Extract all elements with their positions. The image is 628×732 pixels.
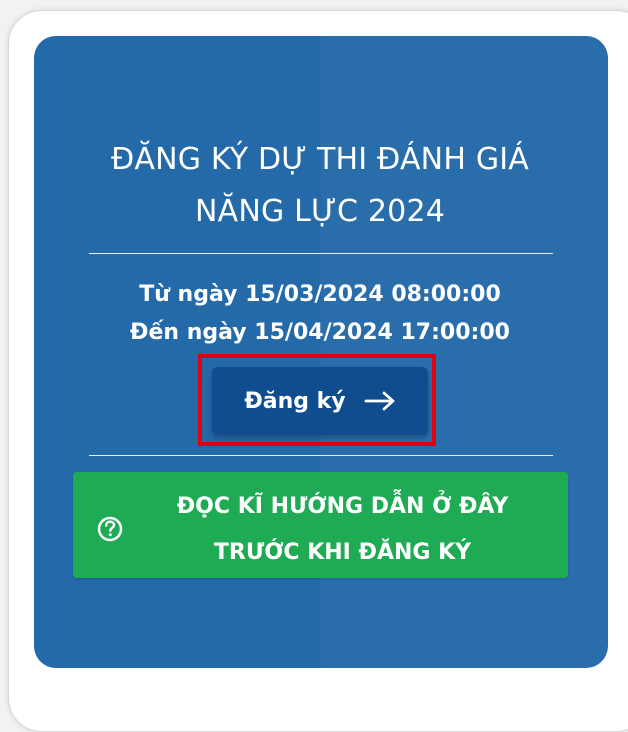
registration-dates: Từ ngày 15/03/2024 08:00:00 Đến ngày 15/…: [0, 276, 628, 352]
guide-button-label-line-1: ĐỌC KĨ HƯỚNG DẪN Ở ĐÂY: [176, 494, 509, 519]
card-title-line-1: ĐĂNG KÝ DỰ THI ĐÁNH GIÁ: [110, 142, 530, 177]
top-divider: [89, 253, 553, 254]
card-title: ĐĂNG KÝ DỰ THI ĐÁNH GIÁ NĂNG LỰC 2024: [0, 134, 628, 238]
guide-button-label: ĐỌC KĨ HƯỚNG DẪN Ở ĐÂY TRƯỚC KHI ĐĂNG KÝ: [150, 484, 535, 576]
register-button-label: Đăng ký: [244, 388, 346, 414]
bottom-divider: [89, 455, 553, 456]
card-title-line-2: NĂNG LỰC 2024: [194, 194, 446, 229]
start-date: Từ ngày 15/03/2024 08:00:00: [139, 282, 501, 307]
end-date: Đến ngày 15/04/2024 17:00:00: [130, 320, 510, 345]
register-button[interactable]: Đăng ký: [212, 367, 428, 435]
guide-button-label-line-2: TRƯỚC KHI ĐĂNG KÝ: [213, 540, 472, 565]
question-circle-icon: [96, 515, 124, 543]
arrow-right-icon: [364, 390, 396, 412]
